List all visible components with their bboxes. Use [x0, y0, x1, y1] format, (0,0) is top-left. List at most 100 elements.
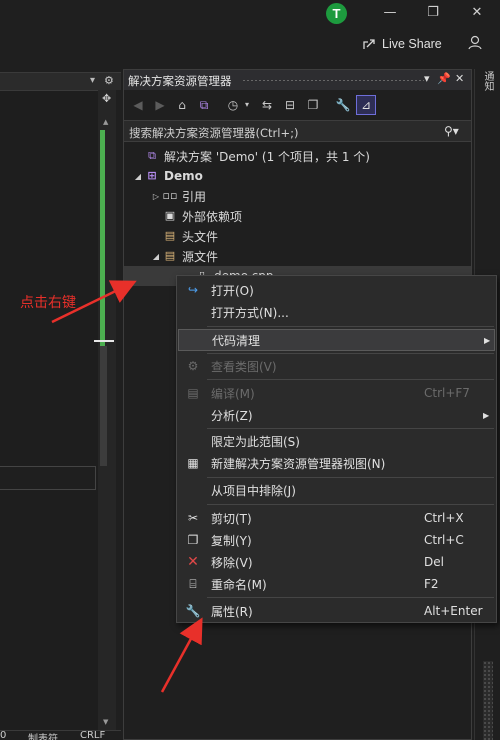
- class-diagram-icon: ⚙: [187, 359, 199, 373]
- folder-filter-icon: ▤: [164, 249, 176, 262]
- preview-icon[interactable]: ⊿: [356, 95, 376, 115]
- scroll-up-icon[interactable]: ▲: [103, 118, 108, 126]
- title-bar: T — ❐ ✕: [0, 0, 500, 28]
- tree-item-project[interactable]: ◢ ⊞ Demo: [132, 166, 203, 186]
- search-input[interactable]: 搜索解决方案资源管理器(Ctrl+;): [129, 125, 298, 141]
- menu-separator: [207, 379, 494, 380]
- menu-item-new-explorer-view[interactable]: ▦ 新建解决方案资源管理器视图(N): [178, 452, 495, 474]
- scroll-thumb[interactable]: [100, 346, 107, 466]
- tree-label: 头文件: [182, 229, 219, 244]
- status-line-endings[interactable]: CRLF: [80, 730, 105, 740]
- solution-explorer-titlebar: 解决方案资源管理器 ▾ 📌 ✕: [124, 70, 471, 90]
- find-box[interactable]: [0, 466, 96, 490]
- search-icon[interactable]: ⚲▾: [444, 124, 459, 138]
- menu-item-scope-to-this[interactable]: 限定为此范围(S): [178, 430, 495, 452]
- menu-item-open[interactable]: ↪ 打开(O): [178, 279, 495, 301]
- editor-tab-strip: ▾ ⚙: [0, 72, 121, 90]
- menu-separator: [207, 504, 494, 505]
- maximize-button[interactable]: ❐: [421, 4, 445, 22]
- live-share-icon: [363, 39, 375, 49]
- live-share-button[interactable]: Live Share: [362, 35, 442, 53]
- feedback-icon[interactable]: [466, 34, 484, 52]
- wrench-icon: 🔧: [185, 604, 201, 618]
- tree-item-source-files[interactable]: ◢ ▤ 源文件: [150, 246, 218, 266]
- caret-marker: [94, 340, 114, 342]
- status-column[interactable]: 0: [0, 730, 6, 740]
- history-dropdown-icon[interactable]: ▾: [239, 97, 255, 113]
- vs-switch-icon[interactable]: ⧉: [196, 97, 212, 113]
- remove-icon: ✕: [187, 554, 199, 570]
- back-icon[interactable]: ◀: [130, 97, 146, 113]
- editor-status-strip: 0 制表符 CRLF: [0, 730, 121, 740]
- live-share-label: Live Share: [382, 37, 442, 51]
- close-window-button[interactable]: ✕: [465, 4, 489, 22]
- account-avatar[interactable]: T: [326, 3, 347, 24]
- menu-item-open-with[interactable]: 打开方式(N)...: [178, 301, 495, 323]
- scissors-icon: ✂: [187, 511, 199, 525]
- close-panel-icon[interactable]: ✕: [455, 72, 464, 85]
- compile-icon: ▤: [187, 386, 199, 400]
- tree-item-header-files[interactable]: ▤ 头文件: [162, 226, 218, 246]
- tree-label: 引用: [182, 189, 207, 204]
- editor-scrollbar[interactable]: ✥ ▲ ▼: [94, 90, 116, 730]
- status-tabs[interactable]: 制表符: [28, 730, 58, 740]
- notifications-tab[interactable]: 通知: [481, 71, 495, 91]
- sync-icon[interactable]: ⇆: [259, 97, 275, 113]
- forward-icon[interactable]: ▶: [152, 97, 168, 113]
- tree-label: 解决方案 'Demo' (1 个项目，共 1 个): [164, 149, 370, 164]
- menu-separator: [207, 353, 494, 354]
- solution-search[interactable]: 搜索解决方案资源管理器(Ctrl+;) ⚲▾: [124, 120, 471, 142]
- copy-icon: ❐: [187, 533, 199, 547]
- menu-item-exclude-from-project[interactable]: 从项目中排除(J): [178, 479, 495, 501]
- expand-caret-icon[interactable]: ◢: [132, 172, 144, 181]
- menu-item-analyze[interactable]: 分析(Z) ▶: [178, 404, 495, 426]
- annotation-label: 点击右键: [20, 295, 76, 311]
- minimize-button[interactable]: —: [378, 4, 402, 22]
- menu-item-code-cleanup[interactable]: 代码清理 ▶: [178, 329, 495, 351]
- pin-icon[interactable]: 📌: [437, 72, 451, 85]
- submenu-arrow-icon: ▶: [484, 335, 491, 345]
- solution-icon: ⧉: [148, 149, 156, 162]
- menu-separator: [207, 326, 494, 327]
- menu-item-cut[interactable]: ✂ 剪切(T) Ctrl+X: [178, 507, 495, 529]
- home-icon[interactable]: ⌂: [174, 97, 190, 113]
- menu-item-remove[interactable]: ✕ 移除(V) Del: [178, 551, 495, 573]
- side-grip: [483, 661, 493, 740]
- collapse-caret-icon[interactable]: ▷: [150, 192, 162, 201]
- references-icon: ▫▫: [162, 189, 178, 202]
- gear-icon[interactable]: ⚙: [104, 74, 114, 87]
- context-menu: ↪ 打开(O) 打开方式(N)... 代码清理 ▶ ⚙ 查看类图(V) ▤ 编译…: [176, 275, 497, 623]
- scroll-down-icon[interactable]: ▼: [103, 718, 108, 726]
- expand-caret-icon[interactable]: ◢: [150, 252, 162, 261]
- show-all-files-icon[interactable]: ❐: [305, 97, 321, 113]
- tree-item-external-deps[interactable]: ▣ 外部依赖项: [162, 206, 242, 226]
- menu-separator: [207, 428, 494, 429]
- menu-separator: [207, 597, 494, 598]
- new-view-icon: ▦: [187, 456, 199, 470]
- panel-menu-icon[interactable]: ▾: [424, 72, 430, 85]
- editor-body[interactable]: [0, 90, 98, 740]
- tree-item-references[interactable]: ▷ ▫▫ 引用: [150, 186, 206, 206]
- submenu-arrow-icon: ▶: [483, 410, 490, 420]
- properties-icon[interactable]: 🔧: [335, 97, 351, 113]
- open-icon: ↪: [187, 283, 199, 297]
- tree-label: Demo: [164, 169, 203, 183]
- panel-title: 解决方案资源管理器: [128, 74, 232, 88]
- menu-item-properties[interactable]: 🔧 属性(R) Alt+Enter: [178, 600, 495, 622]
- menu-item-view-class-diagram[interactable]: ⚙ 查看类图(V): [178, 355, 495, 377]
- tree-item-solution[interactable]: ⧉ 解决方案 'Demo' (1 个项目，共 1 个): [132, 146, 370, 166]
- menu-separator: [207, 477, 494, 478]
- tree-label: 源文件: [182, 249, 219, 264]
- solution-explorer-toolbar: ◀ ▶ ⌂ ⧉ ◷ ▾ ⇆ ⊟ ❐ 🔧 ⊿: [124, 91, 471, 119]
- project-icon: ⊞: [147, 169, 157, 182]
- drag-grip[interactable]: [242, 79, 424, 82]
- split-editor-icon[interactable]: ✥: [102, 92, 111, 105]
- menu-item-compile[interactable]: ▤ 编译(M) Ctrl+F7: [178, 382, 495, 404]
- folder-filter-icon: ▤: [164, 229, 176, 242]
- rename-icon: ⌸: [189, 576, 197, 591]
- menu-item-copy[interactable]: ❐ 复制(Y) Ctrl+C: [178, 529, 495, 551]
- tree-label: 外部依赖项: [182, 209, 243, 224]
- tab-dropdown-icon[interactable]: ▾: [90, 75, 95, 86]
- menu-item-rename[interactable]: ⌸ 重命名(M) F2: [178, 573, 495, 595]
- collapse-icon[interactable]: ⊟: [282, 97, 298, 113]
